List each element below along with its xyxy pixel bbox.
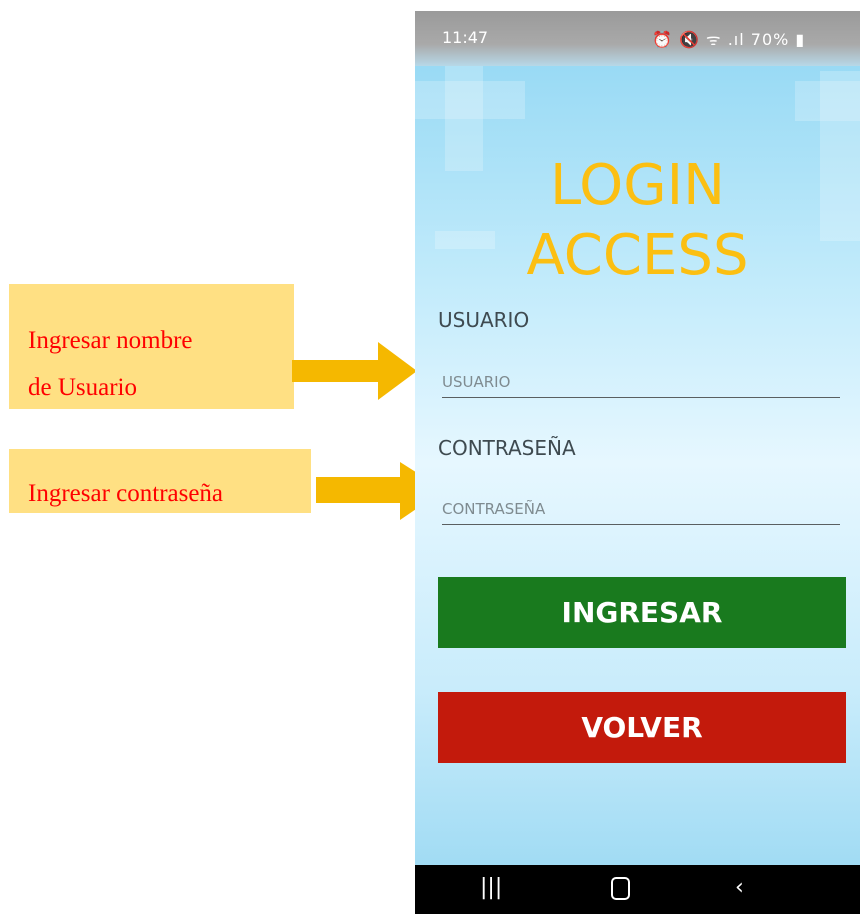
username-callout: Ingresar nombre de Usuario: [9, 284, 294, 409]
login-title: LOGIN ACCESS: [415, 151, 860, 291]
username-arrow-icon: [292, 342, 417, 400]
status-bar: 11:47 ⏰ 🔇 ᯤ .ıl 70% ▮: [415, 11, 860, 66]
username-label: USUARIO: [438, 308, 530, 332]
home-icon[interactable]: [611, 877, 630, 900]
username-callout-line1: Ingresar nombre: [28, 327, 193, 354]
login-title-line1: LOGIN: [549, 153, 726, 218]
password-label: CONTRASEÑA: [438, 436, 576, 460]
back-icon[interactable]: ‹: [735, 875, 744, 901]
password-callout-text: Ingresar contraseña: [28, 480, 224, 507]
login-title-line2: ACCESS: [526, 223, 749, 288]
password-input[interactable]: [442, 494, 840, 525]
login-button[interactable]: INGRESAR: [438, 577, 846, 648]
back-button[interactable]: VOLVER: [438, 692, 846, 763]
username-input[interactable]: [442, 367, 840, 398]
phone-screen: 11:47 ⏰ 🔇 ᯤ .ıl 70% ▮ LOGIN ACCESS USUAR…: [415, 11, 860, 914]
recents-icon[interactable]: |||: [480, 875, 502, 901]
navigation-bar: ||| ‹: [415, 865, 860, 914]
status-time: 11:47: [442, 28, 489, 47]
status-icons: ⏰ 🔇 ᯤ .ıl 70% ▮: [652, 30, 806, 49]
username-callout-line2: de Usuario: [28, 374, 137, 401]
password-callout: Ingresar contraseña: [9, 449, 311, 513]
